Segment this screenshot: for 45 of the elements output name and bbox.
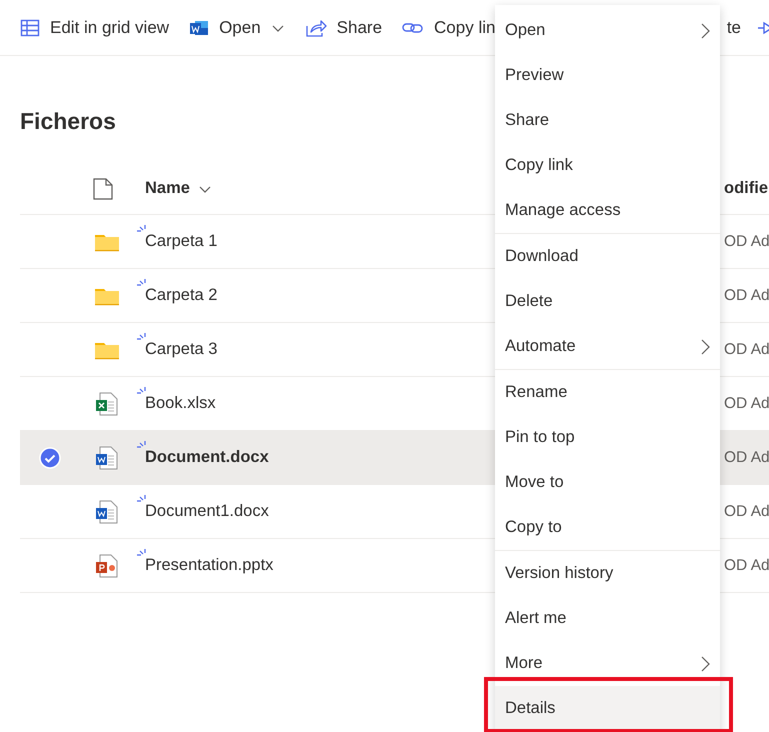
share-icon xyxy=(304,18,327,38)
file-name-link[interactable]: Carpeta 1 xyxy=(145,232,218,251)
menu-item[interactable]: Download xyxy=(495,234,720,279)
menu-item[interactable]: Rename xyxy=(495,370,720,415)
menu-item[interactable]: Manage access xyxy=(495,188,720,233)
excel-file-icon xyxy=(95,392,119,416)
file-name-link[interactable]: Carpeta 3 xyxy=(145,340,218,359)
menu-item[interactable]: Share xyxy=(495,98,720,143)
file-name-link[interactable]: Carpeta 2 xyxy=(145,286,218,305)
toolbar-button[interactable]: Edit in grid view xyxy=(10,8,180,48)
file-name-link[interactable]: Document1.docx xyxy=(145,502,269,521)
grid-icon xyxy=(20,18,40,38)
menu-item[interactable]: Details xyxy=(495,686,720,731)
menu-item[interactable]: Automate xyxy=(495,324,720,369)
menu-item[interactable]: Copy to xyxy=(495,505,720,550)
modified-by-cell: OD Ad xyxy=(724,449,769,466)
menu-item[interactable]: Alert me xyxy=(495,596,720,641)
word-file-icon xyxy=(95,500,119,524)
toolbar-button[interactable]: Open xyxy=(179,8,295,48)
check-circle-icon[interactable] xyxy=(39,446,61,468)
menu-item[interactable]: Delete xyxy=(495,279,720,324)
modified-by-cell: OD Ad xyxy=(724,557,769,574)
page-title: Ficheros xyxy=(20,107,116,136)
powerpoint-file-icon xyxy=(95,554,119,578)
word-file-icon xyxy=(95,446,119,470)
toolbar-button[interactable]: te xyxy=(718,8,749,48)
file-name-link[interactable]: Book.xlsx xyxy=(145,394,216,413)
modified-by-cell: OD Ad xyxy=(724,233,769,250)
column-header[interactable]: odifie xyxy=(724,179,768,197)
menu-item[interactable]: Preview xyxy=(495,53,720,98)
menu-item[interactable]: Copy link xyxy=(495,143,720,188)
file-name-link[interactable]: Document.docx xyxy=(145,448,269,467)
menu-item[interactable]: Version history xyxy=(495,551,720,596)
menu-item[interactable]: Pin to top xyxy=(495,415,720,460)
toolbar-button[interactable]: Share xyxy=(294,8,392,48)
menu-item[interactable]: More xyxy=(495,641,720,686)
modified-by-cell: OD Ad xyxy=(724,341,769,358)
file-type-icon xyxy=(93,178,113,200)
menu-item[interactable]: Move to xyxy=(495,460,720,505)
file-name-link[interactable]: Presentation.pptx xyxy=(145,556,274,575)
menu-item[interactable]: Open xyxy=(495,8,720,53)
modified-by-cell: OD Ad xyxy=(724,503,769,520)
modified-by-cell: OD Ad xyxy=(724,395,769,412)
name-column-header[interactable]: Name xyxy=(145,179,212,198)
modified-by-cell: OD Ad xyxy=(724,287,769,304)
